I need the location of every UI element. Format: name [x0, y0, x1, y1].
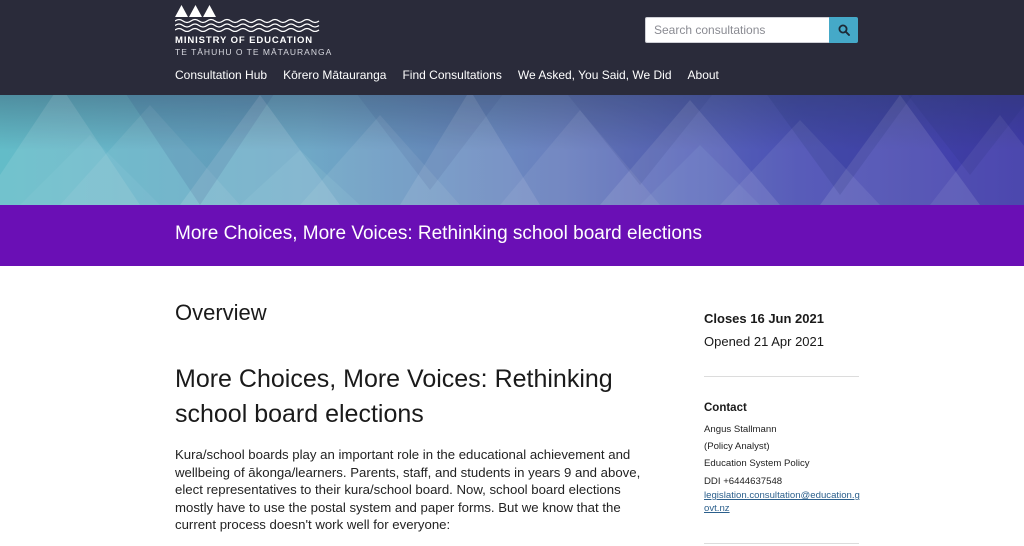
nav-about[interactable]: About: [688, 68, 719, 82]
logo-triangles-icon: [175, 5, 216, 17]
main-nav: Consultation Hub Kōrero Mātauranga Find …: [175, 68, 719, 82]
contact-email-link[interactable]: legislation.consultation@education.govt.…: [704, 490, 862, 515]
contact-role: (Policy Analyst): [704, 441, 770, 453]
nav-consultation-hub[interactable]: Consultation Hub: [175, 68, 267, 82]
contact-details: Angus Stallmann (Policy Analyst) Educati…: [704, 421, 810, 490]
overview-body: Kura/school boards play an important rol…: [175, 447, 641, 532]
consultation-title-band: More Choices, More Voices: Rethinking sc…: [0, 205, 1024, 266]
search-button[interactable]: [829, 17, 858, 43]
logo-title: MINISTRY OF EDUCATION: [175, 35, 314, 46]
search-form: [645, 17, 858, 43]
site-header: MINISTRY OF EDUCATION TE TĀHUHU O TE MĀT…: [0, 0, 1024, 95]
contact-name: Angus Stallmann: [704, 424, 777, 435]
nav-korero-matauranga[interactable]: Kōrero Mātauranga: [283, 68, 386, 82]
consultation-title: More Choices, More Voices: Rethinking sc…: [175, 365, 613, 428]
hero-banner: [0, 95, 1024, 205]
contact-heading: Contact: [704, 402, 747, 414]
nav-find-consultations[interactable]: Find Consultations: [402, 68, 501, 82]
search-input[interactable]: [645, 17, 829, 43]
logo-subtitle: TE TĀHUHU O TE MĀTAURANGA: [175, 47, 333, 57]
consultation-banner-title: More Choices, More Voices: Rethinking sc…: [175, 223, 702, 244]
overview-heading: Overview: [175, 300, 267, 325]
sidebar-divider-bottom: [704, 543, 859, 544]
closing-date: Closes 16 Jun 2021: [704, 311, 824, 326]
search-icon: [838, 24, 850, 36]
contact-phone: DDI +6444637548: [704, 475, 783, 487]
ministry-logo[interactable]: MINISTRY OF EDUCATION TE TĀHUHU O TE MĀT…: [175, 5, 331, 57]
opened-date: Opened 21 Apr 2021: [704, 334, 824, 349]
contact-team: Education System Policy: [704, 458, 810, 470]
logo-waves-icon: [175, 18, 320, 32]
main-content: Overview More Choices, More Voices: Reth…: [175, 300, 655, 532]
sidebar-divider: [704, 376, 859, 377]
nav-we-asked-you-said[interactable]: We Asked, You Said, We Did: [518, 68, 672, 82]
